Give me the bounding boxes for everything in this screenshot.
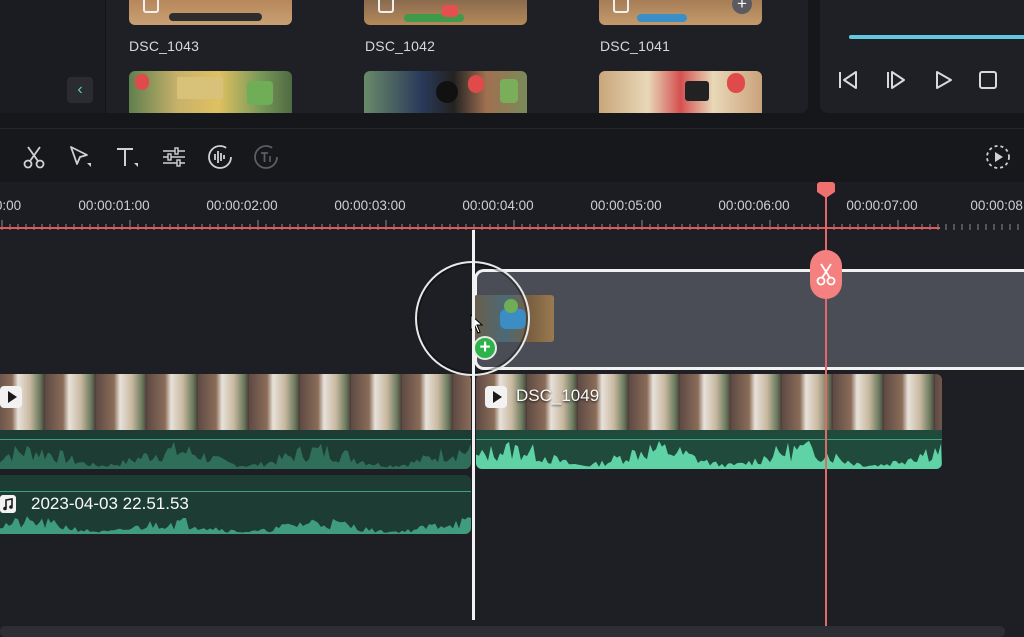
- audio-level-line: [0, 439, 471, 440]
- media-thumbnail[interactable]: +: [599, 0, 762, 25]
- video-clip-icon: [613, 0, 629, 13]
- clip-audio-waveform: [476, 430, 942, 469]
- timecode-label: 00:00:02:00: [206, 198, 278, 213]
- playback-progress-bar[interactable]: [849, 35, 1024, 39]
- video-clip-icon: [0, 386, 22, 408]
- timecode-label: 00:00:08:00: [970, 198, 1024, 213]
- step-forward-icon[interactable]: [884, 68, 908, 92]
- video-clip-icon: [378, 0, 394, 13]
- audio-clip-name: 2023-04-03 22.51.53: [31, 494, 189, 513]
- clip-audio-waveform: [0, 430, 471, 469]
- add-plus-icon: +: [473, 336, 497, 360]
- media-thumbnail-name: DSC_1042: [365, 38, 436, 54]
- waveform-shape: [476, 440, 942, 469]
- video-clip-icon: [143, 0, 159, 13]
- media-thumbnail-name: DSC_1043: [129, 38, 200, 54]
- media-thumbnail-name: DSC_1041: [600, 38, 671, 54]
- timeline-horizontal-scrollbar[interactable]: [0, 626, 1005, 637]
- video-filmstrip: [0, 374, 471, 430]
- add-to-timeline-icon[interactable]: +: [732, 0, 752, 14]
- playback-progress-fill: [849, 35, 1024, 39]
- video-clip-name: DSC_1049: [516, 386, 600, 405]
- stop-icon[interactable]: [976, 68, 1000, 92]
- music-note-icon: [0, 495, 16, 513]
- video-clip-icon: [485, 386, 507, 408]
- scissors-icon: [816, 263, 836, 286]
- timecode-label: 00:00:01:00: [78, 198, 150, 213]
- text-icon[interactable]: [113, 143, 141, 171]
- media-thumbnail[interactable]: [129, 0, 292, 25]
- media-library-panel: ‹ + DSC_1043 DSC_1042 DSC_1041: [0, 0, 808, 113]
- media-library-sidebar: ‹: [0, 0, 106, 113]
- audio-level-line: [476, 439, 942, 440]
- preview-panel: [820, 0, 1024, 113]
- play-icon[interactable]: [931, 68, 955, 92]
- text-to-speech-icon[interactable]: [252, 143, 280, 171]
- select-arrow-icon[interactable]: [66, 143, 94, 171]
- media-thumbnail[interactable]: [129, 71, 292, 113]
- timecode-label: 00:00:05:00: [590, 198, 662, 213]
- media-thumbnail[interactable]: [599, 71, 762, 113]
- work-area-range: [0, 227, 940, 229]
- video-clip[interactable]: [0, 374, 471, 469]
- scissors-icon[interactable]: [20, 143, 48, 171]
- audio-stretch-icon[interactable]: [206, 143, 234, 171]
- timeline-toolbar: [0, 128, 1024, 182]
- timecode-label: 00:00:07:00: [846, 198, 918, 213]
- timecode-label: 00:00:03:00: [334, 198, 406, 213]
- step-back-icon[interactable]: [836, 68, 860, 92]
- media-thumbnail[interactable]: [364, 0, 527, 25]
- timecode-label: 0:00: [0, 198, 22, 213]
- media-thumbnail[interactable]: [364, 71, 527, 113]
- video-clip[interactable]: DSC_1049: [476, 374, 942, 469]
- waveform-shape: [0, 516, 471, 534]
- adjust-sliders-icon[interactable]: [160, 143, 188, 171]
- drop-target-zone: [474, 269, 1024, 370]
- timecode-label: 00:00:06:00: [718, 198, 790, 213]
- timeline-ruler[interactable]: 0:00 00:00:01:00 00:00:02:00 00:00:03:00…: [0, 182, 1024, 230]
- insert-position-line: [472, 230, 475, 620]
- waveform-shape: [0, 441, 471, 469]
- chevron-left-icon[interactable]: ‹: [67, 77, 93, 103]
- audio-clip[interactable]: 2023-04-03 22.51.53: [0, 475, 471, 534]
- timecode-label: 00:00:04:00: [462, 198, 534, 213]
- render-preview-icon[interactable]: [984, 143, 1012, 171]
- split-button[interactable]: [810, 250, 842, 299]
